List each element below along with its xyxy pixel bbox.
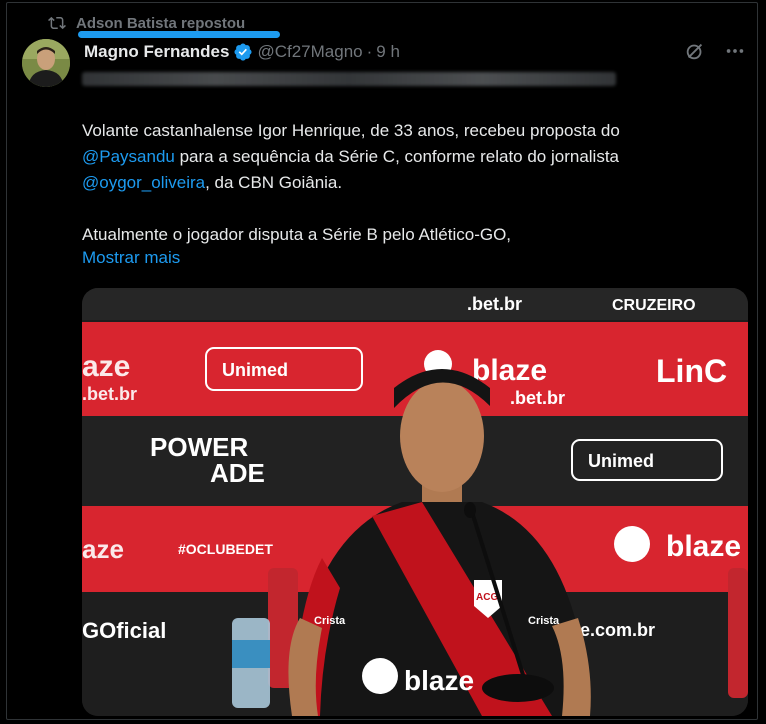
avatar[interactable] (22, 39, 70, 87)
highlight-underline (78, 31, 280, 38)
separator-dot: · (366, 42, 373, 61)
mention-oygor-oliveira[interactable]: @oygor_oliveira (82, 173, 205, 192)
backdrop-unimed-2: Unimed (588, 451, 654, 471)
redacted-text-line (82, 72, 616, 86)
grok-icon[interactable] (684, 40, 706, 62)
timestamp[interactable]: 9 h (376, 42, 400, 62)
backdrop-linc: LinC (656, 353, 727, 389)
post-paragraph-2: Atualmente o jogador disputa a Série B p… (82, 225, 512, 244)
more-icon[interactable] (724, 40, 746, 62)
jersey-sponsor-left: Crista (314, 615, 346, 627)
repost-icon (48, 16, 66, 30)
backdrop-powerade-2: ADE (210, 458, 265, 488)
backdrop-unimed-1: Unimed (222, 360, 288, 380)
backdrop-blaze-1: blaze (472, 354, 547, 387)
backdrop-hashtag: #OCLUBEDET (178, 541, 273, 557)
tweet-text: Volante castanhalense Igor Henrique, de … (82, 118, 722, 248)
jersey-blaze: blaze (404, 665, 474, 696)
press-conference-photo: .bet.br CRUZEIRO aze .bet.br Unimed blaz… (82, 288, 748, 716)
tweet-media-image[interactable]: .bet.br CRUZEIRO aze .bet.br Unimed blaz… (82, 288, 748, 716)
backdrop-cruzeiro: CRUZEIRO (612, 297, 696, 314)
jersey-crest-text: ACG (476, 592, 498, 603)
backdrop-betbr-1: .bet.br (510, 388, 565, 408)
backdrop-ze-left: aze (82, 350, 130, 383)
backdrop-betbr-left: .bet.br (82, 384, 137, 404)
backdrop-com-br: e.com.br (580, 620, 655, 640)
backdrop-goficial: GOficial (82, 618, 166, 643)
tweet-actions-top (684, 40, 746, 62)
avatar-image (22, 39, 70, 87)
post-text-line1: Volante castanhalense Igor Henrique, de … (82, 121, 620, 140)
post-text-line2: para a sequência da Série C, conforme re… (174, 147, 620, 166)
show-more-link[interactable]: Mostrar mais (82, 248, 180, 268)
backdrop-ze-left-2: aze (82, 534, 124, 564)
backdrop-blaze-2: blaze (666, 530, 741, 563)
tweet-header: Magno Fernandes @Cf27Magno · 9 h (84, 40, 400, 64)
post-text-line3: , da CBN Goiânia. (205, 173, 343, 192)
author-name[interactable]: Magno Fernandes (84, 42, 229, 62)
author-handle[interactable]: @Cf27Magno (257, 42, 362, 62)
repost-label[interactable]: Adson Batista repostou (76, 15, 245, 32)
mention-paysandu[interactable]: @Paysandu (82, 147, 175, 166)
backdrop-betbr-top: .bet.br (467, 294, 522, 314)
verified-badge-icon (234, 43, 253, 61)
